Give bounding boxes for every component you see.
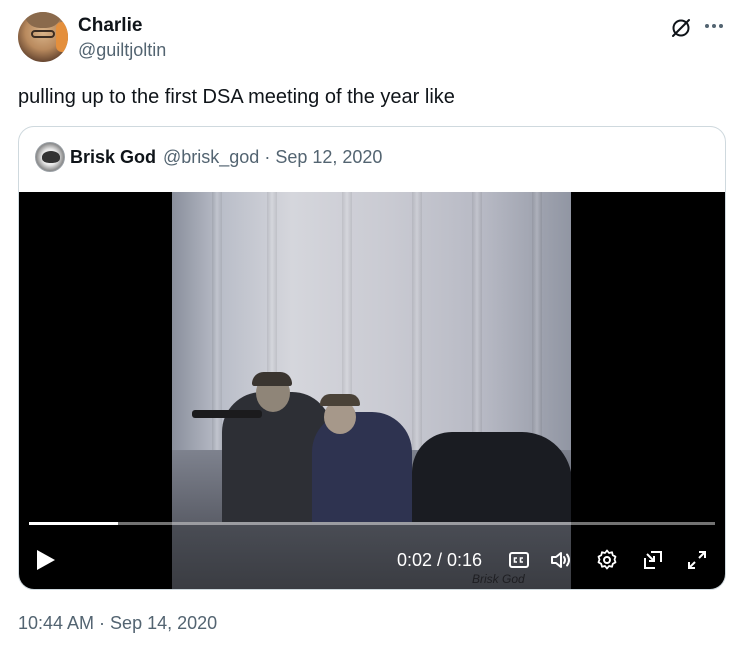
quoted-avatar-logo bbox=[42, 151, 60, 163]
time-label: 0:02 / 0:16 bbox=[397, 550, 483, 570]
curtain-fold bbox=[212, 192, 222, 492]
figure-left-hat bbox=[252, 372, 292, 386]
volume-icon[interactable] bbox=[549, 548, 573, 572]
grok-icon[interactable] bbox=[670, 17, 692, 39]
quoted-tweet[interactable]: Brisk God @brisk_god · Sep 12, 2020 Bris… bbox=[18, 126, 726, 590]
avatar-background bbox=[56, 22, 68, 52]
tweet-header: Charlie @guiltjoltin bbox=[18, 12, 726, 64]
progress-fill bbox=[29, 522, 119, 525]
pip-icon[interactable] bbox=[641, 548, 665, 572]
tweet-timestamp[interactable]: 10:44 AM · Sep 14, 2020 bbox=[18, 613, 217, 634]
video-player[interactable]: Brisk God 0:02 / 0:16 bbox=[19, 192, 725, 589]
video-frame: Brisk God bbox=[172, 192, 571, 589]
avatar-glasses bbox=[31, 30, 55, 38]
quoted-meta: @brisk_god · Sep 12, 2020 bbox=[163, 147, 383, 167]
avatar[interactable] bbox=[18, 12, 68, 62]
progress-bar[interactable] bbox=[29, 522, 715, 525]
fullscreen-icon[interactable] bbox=[685, 548, 709, 572]
quoted-display-name[interactable]: Brisk God bbox=[70, 147, 156, 168]
play-icon[interactable] bbox=[35, 548, 57, 572]
video-watermark: Brisk God bbox=[472, 572, 525, 586]
quoted-avatar[interactable] bbox=[35, 142, 65, 172]
handle[interactable]: @guiltjoltin bbox=[78, 40, 166, 61]
figure-right-hat bbox=[320, 394, 360, 406]
captions-icon[interactable] bbox=[507, 548, 531, 572]
more-icon[interactable] bbox=[702, 16, 726, 36]
display-name[interactable]: Charlie bbox=[78, 15, 142, 37]
tweet-text: pulling up to the first DSA meeting of t… bbox=[18, 86, 455, 108]
dark-prop bbox=[412, 432, 571, 532]
settings-icon[interactable] bbox=[595, 548, 619, 572]
rifle-prop bbox=[192, 410, 262, 418]
